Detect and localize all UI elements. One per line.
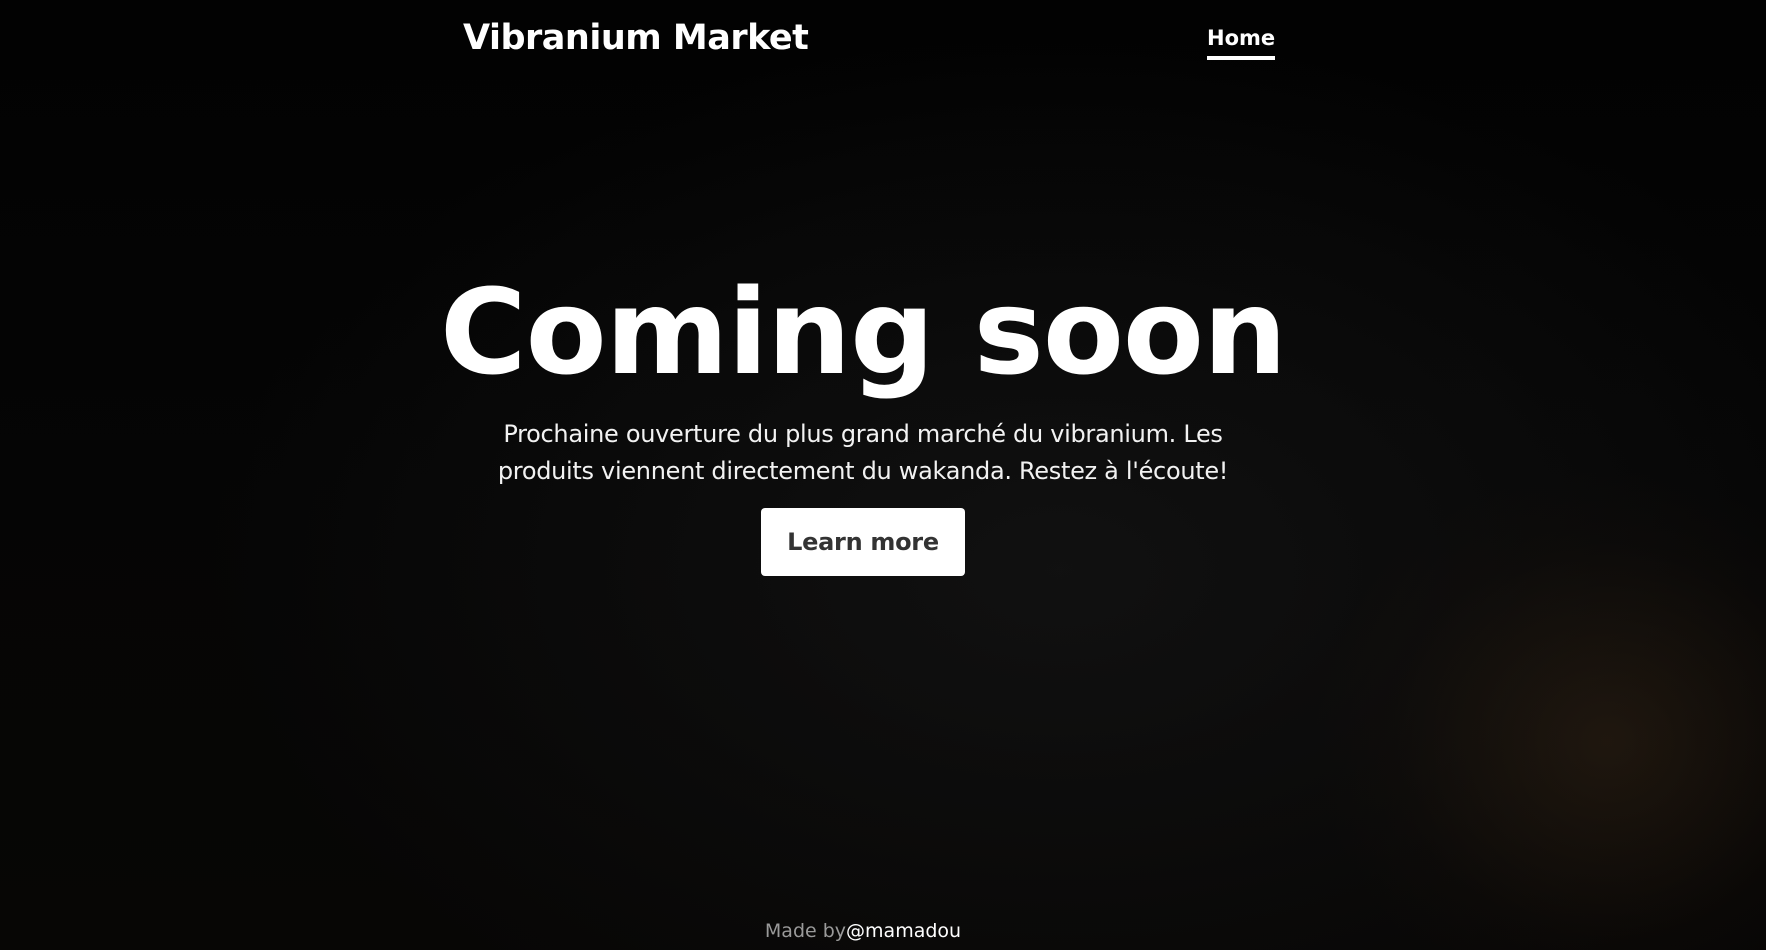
- site-header: Vibranium Market Home: [0, 0, 1766, 80]
- learn-more-button[interactable]: Learn more: [761, 508, 965, 576]
- footer-made-by: Made by: [764, 920, 847, 942]
- nav-link-home[interactable]: Home: [1207, 26, 1276, 60]
- hero-title: Coming soon: [440, 263, 1287, 401]
- hero-lead: Prochaine ouverture du plus grand marché…: [497, 420, 1229, 485]
- hero-section: Coming soon Prochaine ouverture du plus …: [0, 255, 1726, 576]
- footer-author-link[interactable]: @mamadou: [846, 920, 961, 942]
- site-footer: Made by@mamadou: [0, 920, 1726, 942]
- brand-title: Vibranium Market: [463, 18, 809, 58]
